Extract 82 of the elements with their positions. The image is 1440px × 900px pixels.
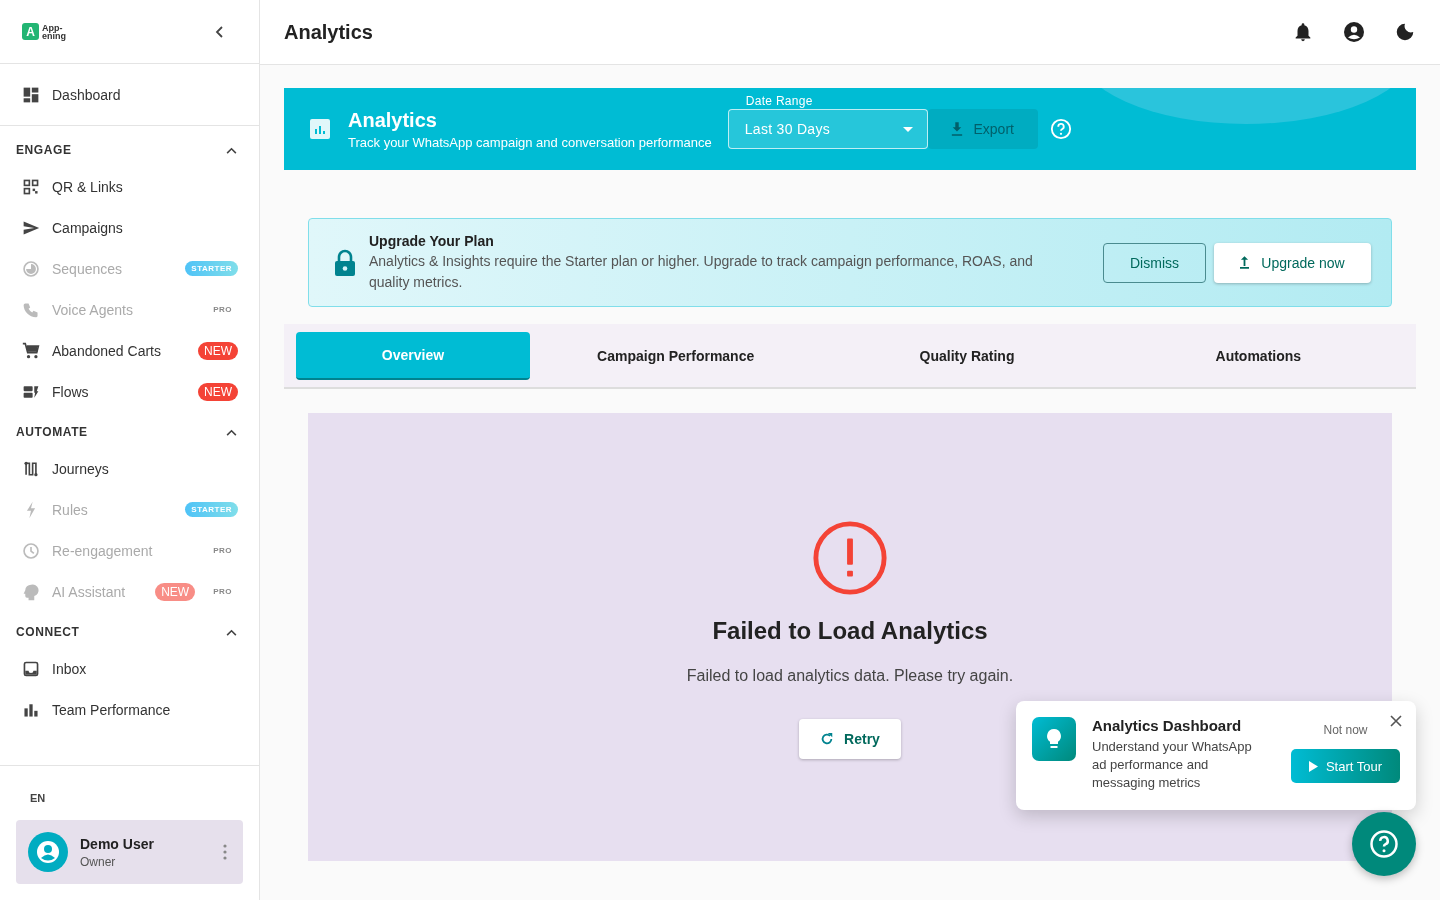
nav-item[interactable]: Team Performance (0, 689, 259, 730)
pro-label: PRO (212, 586, 233, 598)
pro-label: PRO (212, 545, 233, 557)
chevron-up-icon[interactable] (226, 628, 237, 636)
nav-item[interactable]: Dashboard (0, 74, 259, 115)
head-icon (22, 582, 40, 601)
bar-chart-icon (308, 117, 332, 141)
plan-badge: STARTER (185, 502, 238, 517)
language-selector[interactable]: EN (16, 792, 60, 804)
avatar-icon (28, 832, 68, 872)
field-label: Date Range (743, 94, 815, 108)
inbox-icon (22, 659, 40, 678)
nav-item[interactable]: Inbox (0, 648, 259, 689)
phone-icon (22, 300, 40, 319)
account-icon[interactable] (1342, 20, 1366, 44)
page-title: Analytics (284, 20, 373, 44)
tab[interactable]: Campaign Performance (530, 331, 822, 380)
refresh-icon (820, 732, 835, 746)
nav-item[interactable]: Journeys (0, 448, 259, 489)
nav-item[interactable]: Flows NEW (0, 371, 259, 412)
lightbulb-icon (1032, 717, 1076, 761)
pie-icon (22, 259, 40, 278)
error-icon (811, 519, 889, 597)
chevron-up-icon[interactable] (226, 146, 237, 154)
banner-subtitle: Track your WhatsApp campaign and conversation performance (348, 134, 712, 150)
nav-label: AI Assistant (52, 583, 127, 600)
lock-icon (333, 248, 357, 277)
user-name: Demo User (80, 835, 155, 852)
error-message: Failed to load analytics data. Please try again. (686, 667, 1014, 685)
cart-icon (22, 341, 40, 360)
help-icon (1369, 829, 1399, 859)
section-title: AUTOMATE (16, 425, 88, 439)
moon-icon[interactable] (1394, 21, 1416, 43)
nav-label: Rules (52, 501, 89, 518)
qr-code-icon (22, 177, 40, 196)
user-card[interactable]: Demo User Owner (16, 820, 243, 884)
nav-item[interactable]: Campaigns (0, 207, 259, 248)
tab[interactable]: Automations (1112, 331, 1404, 380)
nav-label: QR & Links (52, 178, 124, 195)
nav-label: Dashboard (52, 86, 122, 103)
nav-label: Journeys (52, 460, 110, 477)
dismiss-button[interactable]: Dismiss (1103, 242, 1206, 283)
nav-label: Sequences (52, 260, 124, 277)
section-title: CONNECT (16, 625, 80, 639)
tour-message: Understand your WhatsApp ad performance and messaging metrics (1092, 738, 1253, 792)
upload-icon (1240, 256, 1250, 269)
pro-label: PRO (212, 304, 233, 316)
tab[interactable]: Quality Rating (821, 331, 1113, 380)
dashboard-icon (22, 85, 40, 104)
help-button[interactable] (1352, 812, 1416, 876)
route-icon (22, 459, 40, 478)
nav-label: Inbox (52, 660, 88, 677)
error-title: Failed to Load Analytics (712, 617, 988, 645)
nav-label: Team Performance (52, 701, 172, 718)
not-now-link[interactable]: Not now (1323, 723, 1368, 737)
caret-icon (902, 126, 913, 132)
download-icon (951, 122, 964, 136)
chevron-left-icon[interactable] (215, 24, 225, 39)
nav-label: Flows (52, 383, 90, 400)
nav-label: Re-engagement (52, 542, 154, 559)
nav-label: Voice Agents (52, 301, 134, 318)
retry-button[interactable]: Retry (799, 719, 901, 759)
nav-item[interactable]: Abandoned Carts NEW (0, 330, 259, 371)
alert-message: Analytics & Insights require the Starter plan or higher. Upgrade to track campaign performance, ROAS, and quality metrics. (369, 251, 1034, 292)
nav-label: Abandoned Carts (52, 342, 162, 359)
upgrade-button[interactable]: Upgrade now (1214, 242, 1371, 283)
plan-badge: STARTER (185, 261, 238, 276)
new-badge: NEW (155, 582, 196, 601)
clock-icon (22, 541, 40, 560)
new-badge: NEW (198, 382, 238, 401)
section-title: ENGAGE (16, 143, 72, 157)
new-badge: NEW (198, 341, 238, 360)
nav-label: Campaigns (52, 219, 124, 236)
tour-title: Analytics Dashboard (1092, 717, 1243, 734)
play-icon (1308, 760, 1318, 772)
chevron-up-icon[interactable] (226, 428, 237, 436)
user-role: Owner (80, 854, 117, 869)
alert-title: Upgrade Your Plan (369, 232, 495, 249)
banner-title: Analytics (348, 108, 438, 132)
close-icon[interactable] (1390, 715, 1402, 727)
nav-item[interactable]: QR & Links (0, 166, 259, 207)
more-icon[interactable] (223, 844, 227, 860)
